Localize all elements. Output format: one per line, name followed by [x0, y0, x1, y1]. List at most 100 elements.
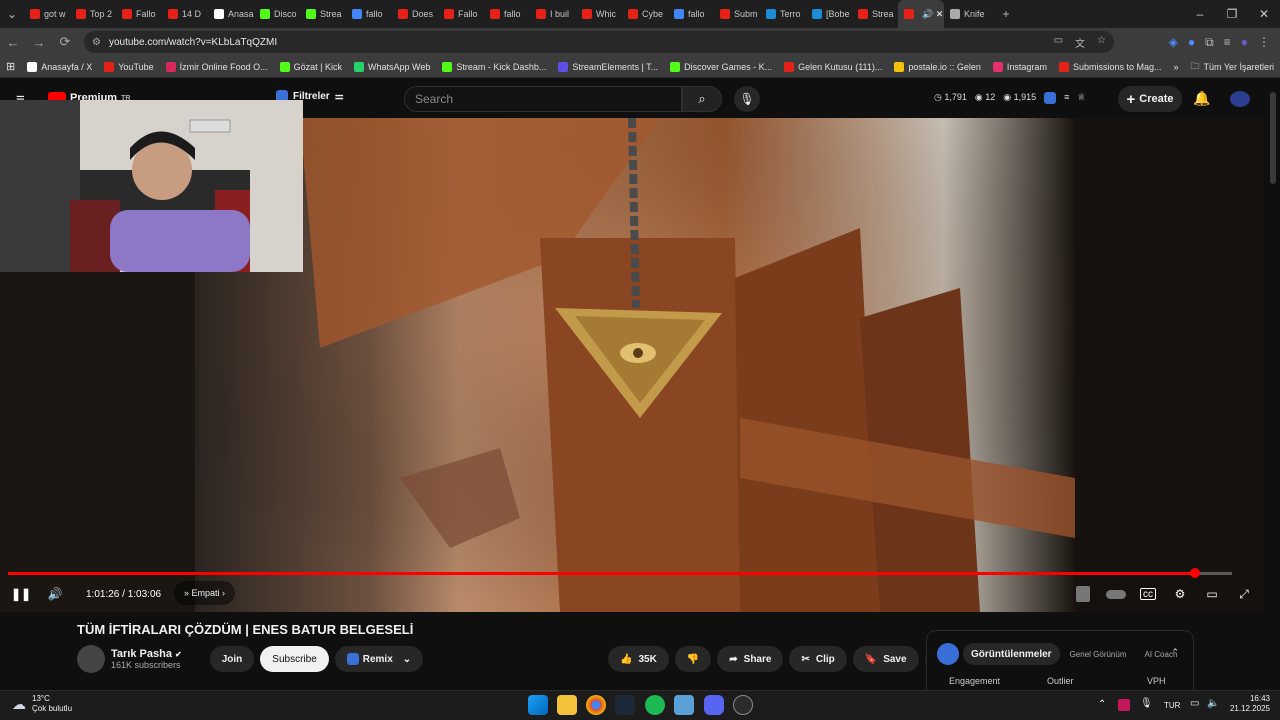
- file-explorer-icon[interactable]: [557, 695, 577, 715]
- captions-icon[interactable]: cc: [1140, 588, 1156, 600]
- browser-tab[interactable]: Whic: [576, 0, 622, 28]
- bookmark-item[interactable]: İzmir Online Food O...: [160, 61, 274, 72]
- browser-tab[interactable]: Strea: [300, 0, 346, 28]
- bookmark-item[interactable]: YouTube: [98, 61, 159, 72]
- bookmark-item[interactable]: WhatsApp Web: [348, 61, 436, 72]
- share-button[interactable]: ➦ Share: [717, 646, 784, 672]
- search-button[interactable]: ⌕: [682, 86, 722, 112]
- more-bookmarks-icon[interactable]: »: [1168, 62, 1185, 72]
- pause-icon[interactable]: ❚❚: [11, 586, 31, 602]
- trophy-icon[interactable]: ♕: [1077, 92, 1085, 104]
- join-button[interactable]: Join: [209, 646, 255, 672]
- bookmark-item[interactable]: Instagram: [987, 61, 1053, 72]
- new-tab-button[interactable]: +: [994, 0, 1018, 28]
- page-scrollbar[interactable]: [1270, 92, 1276, 184]
- steam-icon[interactable]: [615, 695, 635, 715]
- close-window-icon[interactable]: ✕: [1248, 0, 1280, 28]
- bookmark-item[interactable]: Anasayfa / X: [21, 61, 98, 72]
- progress-bar[interactable]: [8, 568, 1232, 578]
- browser-tab[interactable]: Top 2: [70, 0, 116, 28]
- autoplay-toggle[interactable]: [1106, 590, 1126, 599]
- browser-tab[interactable]: Disco: [254, 0, 300, 28]
- bookmark-item[interactable]: Stream - Kick Dashb...: [436, 61, 552, 72]
- notifications-bell-icon[interactable]: 🔔: [1193, 90, 1210, 107]
- apps-grid-icon[interactable]: ⊞: [0, 60, 21, 73]
- translate-icon[interactable]: 文: [1075, 35, 1085, 50]
- search-input[interactable]: Search: [404, 86, 682, 112]
- browser-tab[interactable]: Cybe: [622, 0, 668, 28]
- extension-icon[interactable]: ◈: [1169, 35, 1178, 50]
- channel-avatar[interactable]: [77, 645, 105, 673]
- collapse-icon[interactable]: ⌃: [1171, 647, 1179, 658]
- bookmark-item[interactable]: Gelen Kutusu (111)...: [778, 61, 888, 72]
- forward-icon[interactable]: →: [26, 28, 52, 56]
- browser-tab[interactable]: Anasa: [208, 0, 254, 28]
- volume-icon[interactable]: 🔊: [48, 586, 63, 602]
- clock[interactable]: 16:43 21.12.2025: [1226, 694, 1270, 714]
- bookmark-item[interactable]: postale.io :: Gelen: [888, 61, 987, 72]
- list-icon[interactable]: ≡: [1064, 92, 1069, 104]
- url-input[interactable]: ⚙ youtube.com/watch?v=KLbLaTqQZMI ▭ 文 ☆: [84, 31, 1114, 53]
- browser-tab[interactable]: got w: [24, 0, 70, 28]
- weather-widget[interactable]: ☁ 13°C Çok bulutlu: [12, 694, 72, 714]
- browser-tab[interactable]: Knife: [944, 0, 994, 28]
- app-icon[interactable]: [674, 695, 694, 715]
- voice-search-button[interactable]: 🎙: [734, 86, 760, 112]
- browser-tab[interactable]: Does: [392, 0, 438, 28]
- browser-tab[interactable]: fallo: [484, 0, 530, 28]
- discord-icon[interactable]: [704, 695, 724, 715]
- browser-tab[interactable]: fallo: [346, 0, 392, 28]
- minimize-icon[interactable]: –: [1184, 0, 1216, 28]
- bookmark-item[interactable]: Gözat | Kick: [274, 61, 348, 72]
- bookmark-star-icon[interactable]: ☆: [1097, 35, 1106, 50]
- tab-overview[interactable]: Genel Görünüm: [1062, 643, 1135, 665]
- settings-gear-icon[interactable]: ⚙: [1172, 586, 1188, 602]
- github-icon[interactable]: [733, 695, 753, 715]
- browser-tab[interactable]: Subm: [714, 0, 760, 28]
- reading-list-icon[interactable]: ≡: [1224, 35, 1231, 50]
- reload-icon[interactable]: ⟳: [52, 28, 78, 56]
- tab-audio-close-icon[interactable]: 🔊 ✕: [922, 9, 943, 20]
- account-avatar[interactable]: [1230, 91, 1250, 107]
- maximize-icon[interactable]: ❐: [1216, 0, 1248, 28]
- browser-tab[interactable]: Fallo: [438, 0, 484, 28]
- tray-app-icon[interactable]: [1118, 699, 1130, 711]
- back-icon[interactable]: ←: [0, 28, 26, 56]
- chrome-icon[interactable]: [586, 695, 606, 715]
- browser-tab[interactable]: I buil: [530, 0, 576, 28]
- clip-button[interactable]: ✂ Clip: [789, 646, 847, 672]
- extensions-puzzle-icon[interactable]: ⧉: [1205, 35, 1214, 50]
- input-language[interactable]: TUR: [1164, 701, 1180, 710]
- browser-menu-icon[interactable]: ⋮: [1258, 35, 1270, 50]
- chapter-button[interactable]: » Empati ›: [174, 581, 236, 605]
- spotify-icon[interactable]: [645, 695, 665, 715]
- tab-views[interactable]: Görüntülenmeler: [963, 643, 1060, 665]
- browser-tab[interactable]: Strea: [852, 0, 898, 28]
- speaker-icon[interactable]: 🔈: [1207, 698, 1219, 709]
- bookmark-item[interactable]: Submissions to Mag...: [1053, 61, 1168, 72]
- tray-chevron-icon[interactable]: ⌃: [1098, 699, 1106, 710]
- all-bookmarks-folder[interactable]: 🗀 Tüm Yer İşaretleri: [1185, 59, 1280, 75]
- vidiq-badge-icon[interactable]: [1044, 92, 1057, 104]
- profile-avatar[interactable]: ●: [1241, 35, 1248, 50]
- site-info-icon[interactable]: ⚙: [92, 37, 101, 48]
- dislike-button[interactable]: 👎: [674, 646, 712, 672]
- browser-tab[interactable]: [Bobe: [806, 0, 852, 28]
- bookmark-item[interactable]: StreamElements | T...: [552, 61, 664, 72]
- fullscreen-icon[interactable]: ⤢: [1236, 586, 1252, 602]
- vidiq-player-icon[interactable]: [1076, 586, 1090, 602]
- create-button[interactable]: + Create: [1118, 86, 1182, 112]
- browser-tab[interactable]: 14 D: [162, 0, 208, 28]
- network-icon[interactable]: ▭: [1190, 698, 1199, 709]
- bookmark-item[interactable]: Discover Games - K...: [664, 61, 778, 72]
- subscribe-button[interactable]: Subscribe: [260, 646, 329, 672]
- browser-tab[interactable]: fallo: [668, 0, 714, 28]
- tray-mic-icon[interactable]: 🎙: [1140, 698, 1153, 709]
- remix-button[interactable]: Remix ⌄: [334, 646, 424, 672]
- save-button[interactable]: 🔖 Save: [852, 646, 919, 672]
- browser-tab[interactable]: Fallo: [116, 0, 162, 28]
- channel-name[interactable]: Tarık Pasha ✔: [111, 648, 182, 660]
- browser-tab[interactable]: Terro: [760, 0, 806, 28]
- vidiq-extension-icon[interactable]: ●: [1188, 35, 1195, 50]
- cast-icon[interactable]: ▭: [1054, 35, 1063, 50]
